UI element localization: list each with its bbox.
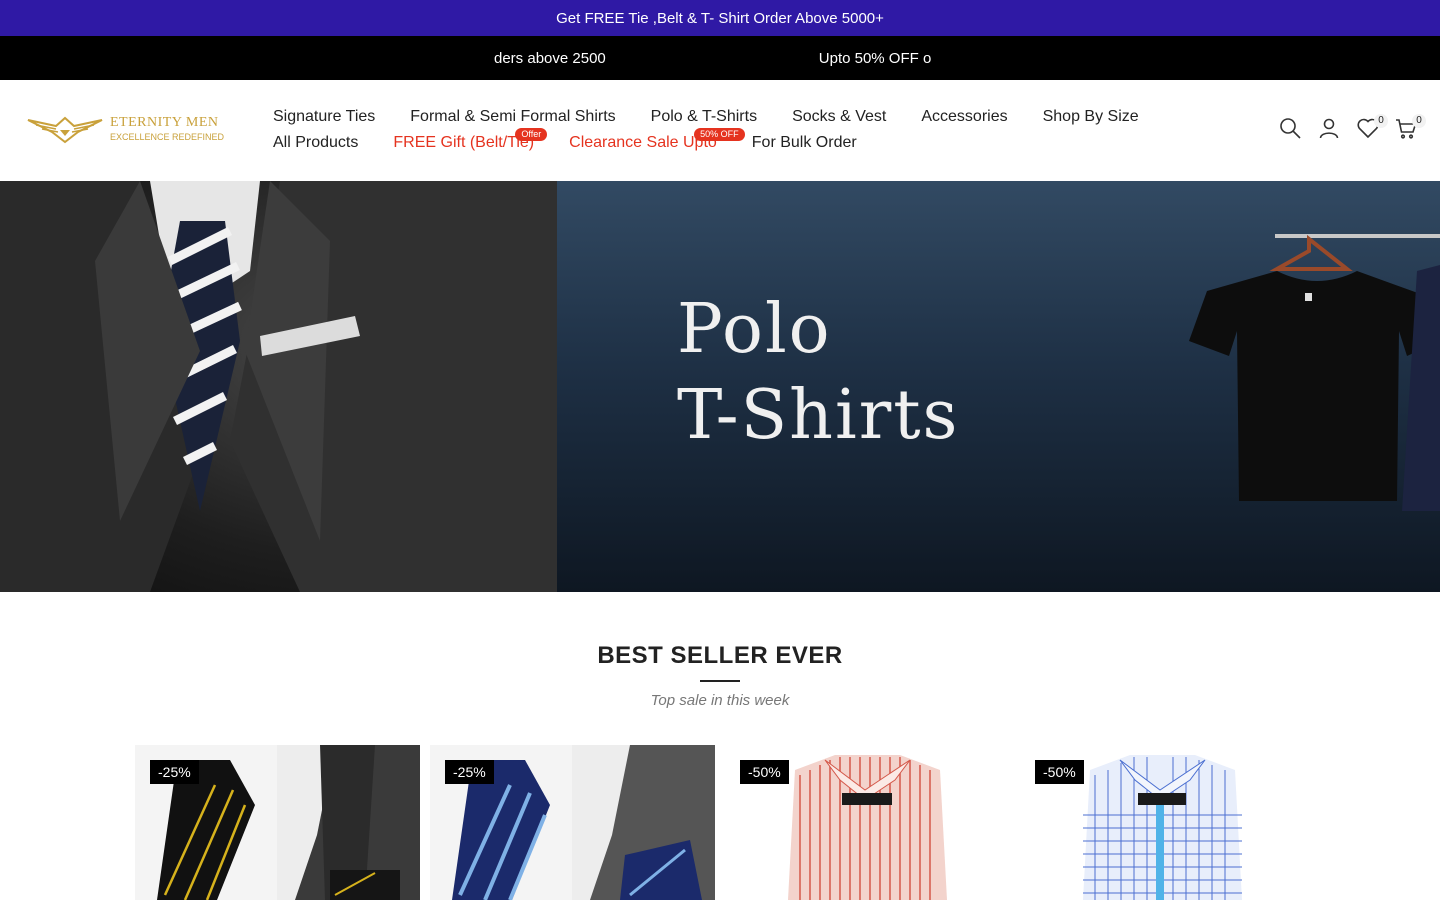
cart-count: 0 <box>1412 114 1426 128</box>
nav-clearance-sale[interactable]: Clearance Sale Upto 50% OFF <box>569 128 745 152</box>
hero-suit-image <box>0 181 560 592</box>
nav-row-secondary: All Products FREE Gift (Belt/Tie) Offer … <box>273 128 1173 156</box>
hero-title-line1: Polo <box>677 290 832 369</box>
product-card[interactable]: -25% <box>135 745 420 900</box>
marquee-window: ders above 2500 Upto 50% OFF o <box>470 36 946 80</box>
marquee-track: ders above 2500 Upto 50% OFF o <box>470 36 931 80</box>
marquee-item: Upto 50% OFF o <box>818 49 932 67</box>
nav-shop-by-size[interactable]: Shop By Size <box>1043 108 1139 126</box>
search-icon[interactable] <box>1278 116 1304 142</box>
announcement-marquee: ders above 2500 Upto 50% OFF o <box>0 36 1440 80</box>
discount-badge: -25% <box>445 760 494 784</box>
user-icon[interactable] <box>1317 116 1343 142</box>
promo-text: Get FREE Tie ,Belt & T- Shirt Order Abov… <box>556 9 884 27</box>
section-title: BEST SELLER EVER <box>597 642 843 669</box>
nav-polo-tshirts[interactable]: Polo & T-Shirts <box>651 108 757 126</box>
brand-logo[interactable]: ETERNITY MEN EXCELLENCE REDEFINED <box>26 112 226 146</box>
wishlist-icon[interactable]: 0 <box>1356 114 1388 142</box>
hero-title: Polo T-Shirts <box>677 296 959 450</box>
marquee-item: ders above 2500 <box>494 49 606 67</box>
cart-icon[interactable]: 0 <box>1394 114 1426 142</box>
main-navigation: Signature Ties Formal & Semi Formal Shir… <box>273 104 1173 156</box>
logo-wordmark: ETERNITY MEN EXCELLENCE REDEFINED <box>110 116 224 142</box>
nav-formal-shirts[interactable]: Formal & Semi Formal Shirts <box>410 108 615 126</box>
nav-free-gift[interactable]: FREE Gift (Belt/Tie) Offer <box>393 128 548 152</box>
product-card[interactable]: -25% <box>430 745 715 900</box>
offer-badge: Offer <box>515 128 548 141</box>
hero-title-line2: T-Shirts <box>677 376 960 455</box>
section-subtitle: Top sale in this week <box>650 692 790 709</box>
section-divider <box>700 680 740 682</box>
brand-name: ETERNITY MEN <box>110 115 219 130</box>
nav-socks-vest[interactable]: Socks & Vest <box>792 108 886 126</box>
discount-badge: -25% <box>150 760 199 784</box>
product-card[interactable]: -50% <box>725 745 1010 900</box>
wishlist-count: 0 <box>1374 114 1388 128</box>
hero-polo-panel: Polo T-Shirts <box>557 181 1440 592</box>
product-grid: -25% -25% -50% -50% <box>135 745 1305 900</box>
discount-badge: -50% <box>740 760 789 784</box>
nav-signature-ties[interactable]: Signature Ties <box>273 108 375 126</box>
nav-bulk-order[interactable]: For Bulk Order <box>752 134 857 152</box>
eagle-logo-icon <box>27 116 103 144</box>
nav-row-primary: Signature Ties Formal & Semi Formal Shir… <box>273 104 1173 130</box>
header-actions: 0 0 <box>1276 114 1426 146</box>
suit-illustration <box>0 181 560 592</box>
nav-free-gift-label: FREE Gift (Belt/Tie) <box>393 134 535 151</box>
hero-banner[interactable]: Polo T-Shirts <box>0 181 1440 592</box>
brand-tagline: EXCELLENCE REDEFINED <box>110 132 225 142</box>
nav-all-products[interactable]: All Products <box>273 134 358 152</box>
promo-bar: Get FREE Tie ,Belt & T- Shirt Order Abov… <box>0 0 1440 36</box>
nav-accessories[interactable]: Accessories <box>921 108 1007 126</box>
product-card[interactable]: -50% <box>1020 745 1305 900</box>
discount-badge: -50% <box>1035 760 1084 784</box>
sale-percent-badge: 50% OFF <box>694 128 745 141</box>
